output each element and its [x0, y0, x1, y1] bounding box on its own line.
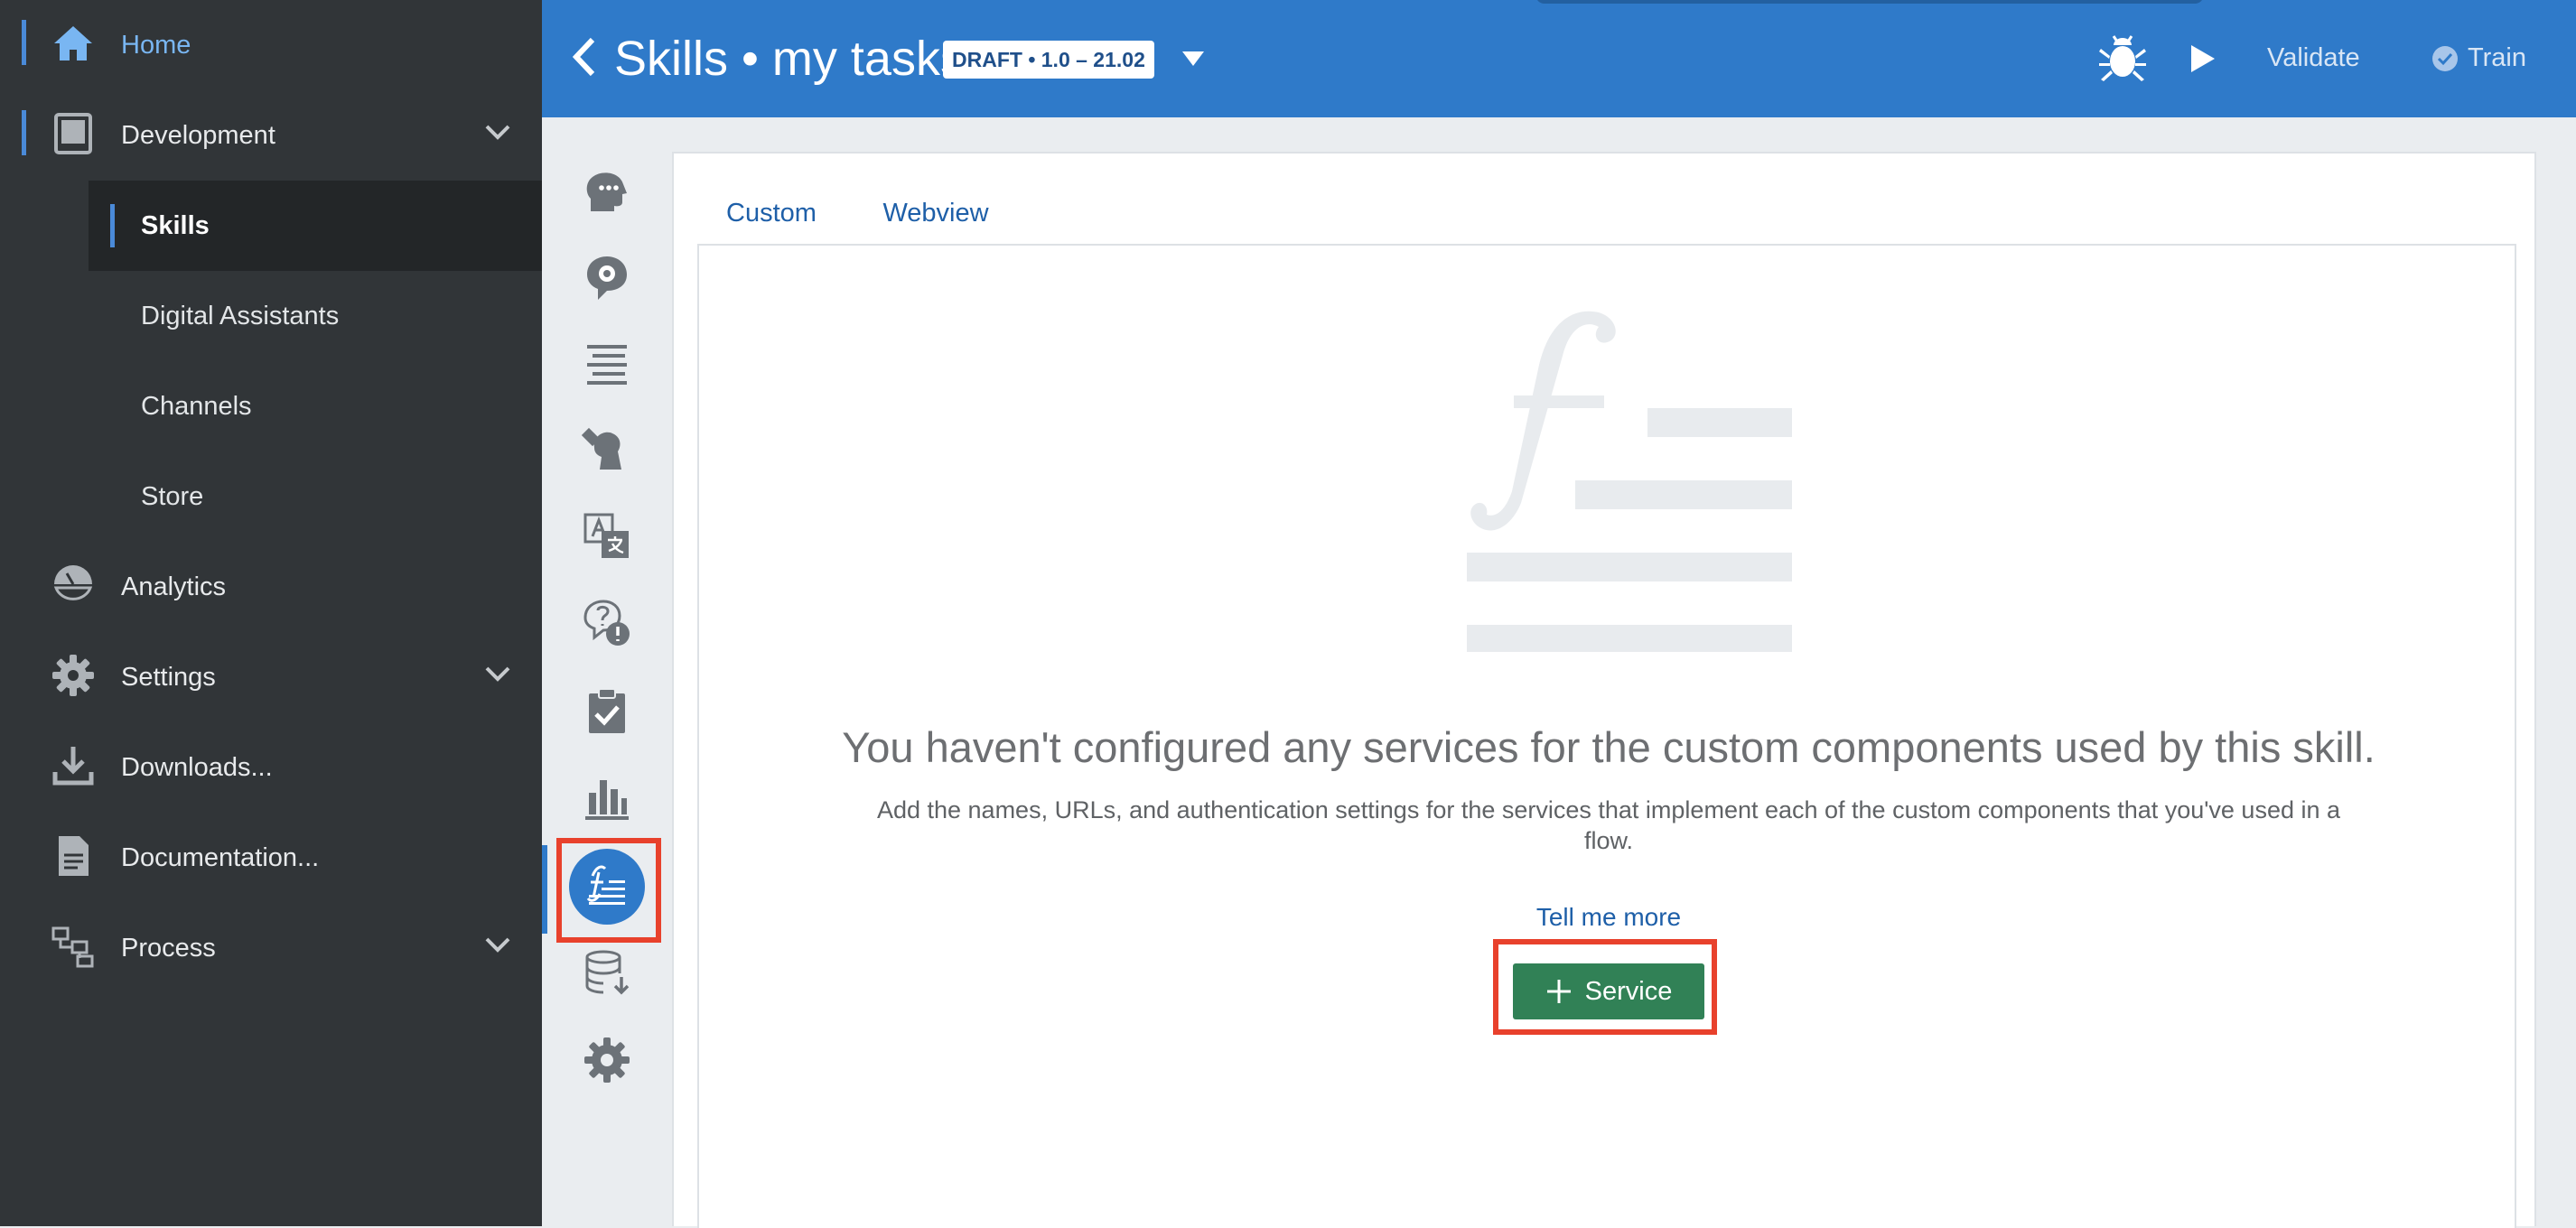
nav-label-documentation: Documentation...: [121, 843, 320, 872]
analytics-icon: [53, 565, 93, 600]
sidebar-item-label: Store: [141, 482, 204, 511]
q-and-a-icon[interactable]: [582, 598, 632, 648]
custom-services-panel: You haven't configured any services for …: [697, 244, 2516, 1228]
insights-chart-icon[interactable]: [582, 773, 632, 823]
download-icon: [52, 747, 94, 786]
flows-icon[interactable]: [582, 340, 632, 390]
nav-label-analytics: Analytics: [121, 572, 227, 601]
sidebar-item-skills[interactable]: Skills: [89, 181, 542, 271]
nav-item-process[interactable]: Process: [0, 903, 542, 993]
active-indicator: [542, 845, 547, 934]
nav-label-process: Process: [121, 934, 216, 963]
resource-bundles-icon[interactable]: [581, 424, 632, 475]
nav-label-downloads: Downloads...: [121, 753, 273, 782]
nav-item-downloads[interactable]: Downloads...: [0, 722, 542, 813]
train-button[interactable]: Train: [2468, 40, 2526, 76]
nav-item-home[interactable]: Home: [0, 0, 542, 90]
tell-me-more-link: Tell me more: [699, 903, 2518, 932]
home-icon: [54, 26, 92, 60]
nav-label-development: Development: [121, 121, 275, 150]
sidebar-item-store[interactable]: Store: [89, 451, 542, 542]
translation-icon[interactable]: [582, 511, 632, 562]
version-badge: DRAFT • 1.0 – 21.02: [943, 41, 1154, 79]
sidebar-item-label: Digital Assistants: [141, 302, 340, 330]
tablet-icon: [54, 113, 92, 154]
custom-function-illustration-icon: [1467, 311, 1792, 652]
nav-item-settings[interactable]: Settings: [0, 632, 542, 722]
back-icon[interactable]: [571, 36, 598, 78]
entities-icon[interactable]: [582, 253, 632, 303]
play-icon[interactable]: [2189, 43, 2217, 74]
selected-indicator: [110, 204, 115, 247]
page-header: Skills • my tasks DRAFT • 1.0 – 21.02 Va…: [542, 0, 2576, 117]
active-indicator: [22, 20, 26, 65]
process-icon: [51, 926, 94, 968]
empty-state-description: Add the names, URLs, and authentication …: [876, 796, 2341, 854]
skill-feature-rail: [542, 117, 672, 1226]
database-icon[interactable]: [582, 948, 632, 999]
document-icon: [59, 836, 89, 876]
highlight-box-service-button: [1493, 939, 1717, 1035]
nav-item-analytics[interactable]: Analytics: [0, 542, 542, 632]
skill-settings-gear-icon[interactable]: [582, 1035, 632, 1085]
left-navigation: Home Development Skills Digital Assistan…: [0, 0, 542, 1226]
chevron-down-icon[interactable]: [482, 117, 513, 148]
gear-icon: [52, 655, 94, 696]
validate-button[interactable]: Validate: [2267, 40, 2360, 76]
tooltip-edge: [1535, 0, 2204, 4]
chevron-down-icon[interactable]: [482, 930, 513, 961]
chevron-down-icon[interactable]: [482, 659, 513, 690]
check-circle-icon: [2432, 46, 2458, 71]
nav-item-development[interactable]: Development: [0, 90, 542, 181]
tasks-clipboard-icon[interactable]: [582, 686, 632, 737]
intents-icon[interactable]: [582, 168, 632, 219]
nav-label-home: Home: [121, 31, 191, 60]
empty-state-heading: You haven't configured any services for …: [842, 723, 2375, 771]
sidebar-item-label: Channels: [141, 392, 252, 421]
sidebar-item-digital-assistants[interactable]: Digital Assistants: [89, 271, 542, 361]
bug-icon[interactable]: [2097, 33, 2148, 83]
active-indicator: [22, 110, 26, 155]
caret-down-icon[interactable]: [1181, 51, 1205, 67]
nav-label-settings: Settings: [121, 663, 216, 692]
page-title: Skills • my tasks: [614, 32, 965, 86]
main-panel: Custom Webview You haven't configured an…: [672, 152, 2536, 1228]
sidebar-item-channels[interactable]: Channels: [89, 361, 542, 451]
tell-me-more-link-text[interactable]: Tell me more: [1536, 903, 1681, 931]
nav-item-documentation[interactable]: Documentation...: [0, 813, 542, 903]
sidebar-item-label: Skills: [141, 211, 210, 240]
highlight-box-components: [556, 838, 661, 943]
